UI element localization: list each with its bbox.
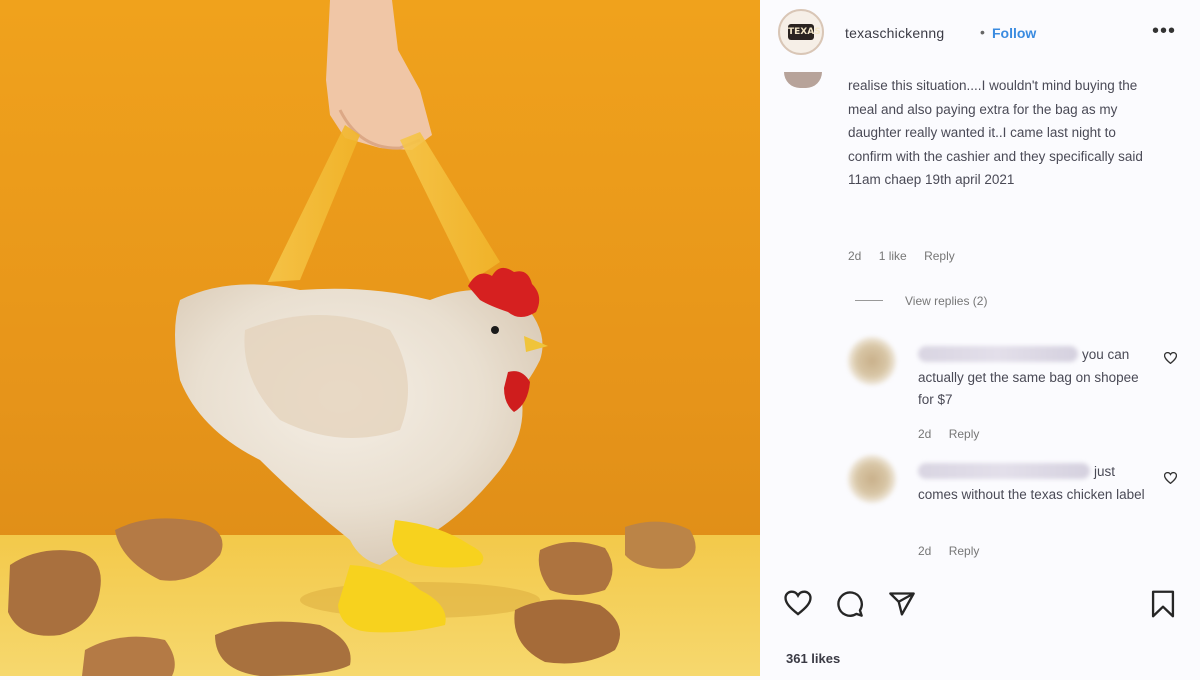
caption-meta: 2d 1 like Reply — [848, 249, 969, 263]
comment-reply-button[interactable]: Reply — [949, 544, 980, 558]
comment-meta: 2d Reply — [918, 427, 993, 441]
send-icon[interactable] — [888, 590, 916, 623]
post-image[interactable] — [0, 0, 760, 676]
caption-age: 2d — [848, 249, 862, 263]
caption-likes[interactable]: 1 like — [879, 249, 907, 263]
comment-avatar[interactable] — [848, 337, 896, 385]
follow-button[interactable]: Follow — [992, 25, 1036, 41]
separator-dot: • — [980, 24, 985, 40]
caption-reply-button[interactable]: Reply — [924, 249, 955, 263]
comment-like-icon[interactable] — [1163, 471, 1178, 487]
action-bar — [760, 590, 1200, 634]
view-replies-button[interactable]: View replies (2) — [905, 294, 987, 308]
comment-like-icon[interactable] — [1163, 351, 1178, 367]
bookmark-icon[interactable] — [1150, 590, 1176, 623]
comment-reply-button[interactable]: Reply — [949, 427, 980, 441]
username-link[interactable]: texaschickenng — [845, 25, 944, 41]
heart-icon[interactable] — [784, 590, 812, 621]
avatar-logo: TEXAS — [788, 24, 821, 40]
comment-age: 2d — [918, 544, 932, 558]
chicken-bag-photo — [0, 0, 760, 676]
comment-text: you can actually get the same bag on sho… — [918, 347, 1139, 407]
caption-text: realise this situation....I wouldn't min… — [848, 78, 1143, 187]
post-header: TEXAS texaschickenng • Follow ••• — [760, 0, 1200, 68]
likes-count[interactable]: 361 likes — [786, 651, 840, 666]
comment-text: just comes without the texas chicken lab… — [918, 464, 1145, 502]
comment-age: 2d — [918, 427, 932, 441]
comment-avatar[interactable] — [848, 455, 896, 503]
account-avatar[interactable]: TEXAS — [778, 9, 824, 55]
replies-divider — [855, 300, 883, 301]
comments-panel: TEXAS texaschickenng • Follow ••• realis… — [760, 0, 1200, 680]
comment-meta: 2d Reply — [918, 544, 993, 558]
more-options-icon[interactable]: ••• — [1152, 20, 1176, 43]
comment-icon[interactable] — [836, 590, 864, 623]
caption-avatar[interactable] — [784, 72, 822, 88]
